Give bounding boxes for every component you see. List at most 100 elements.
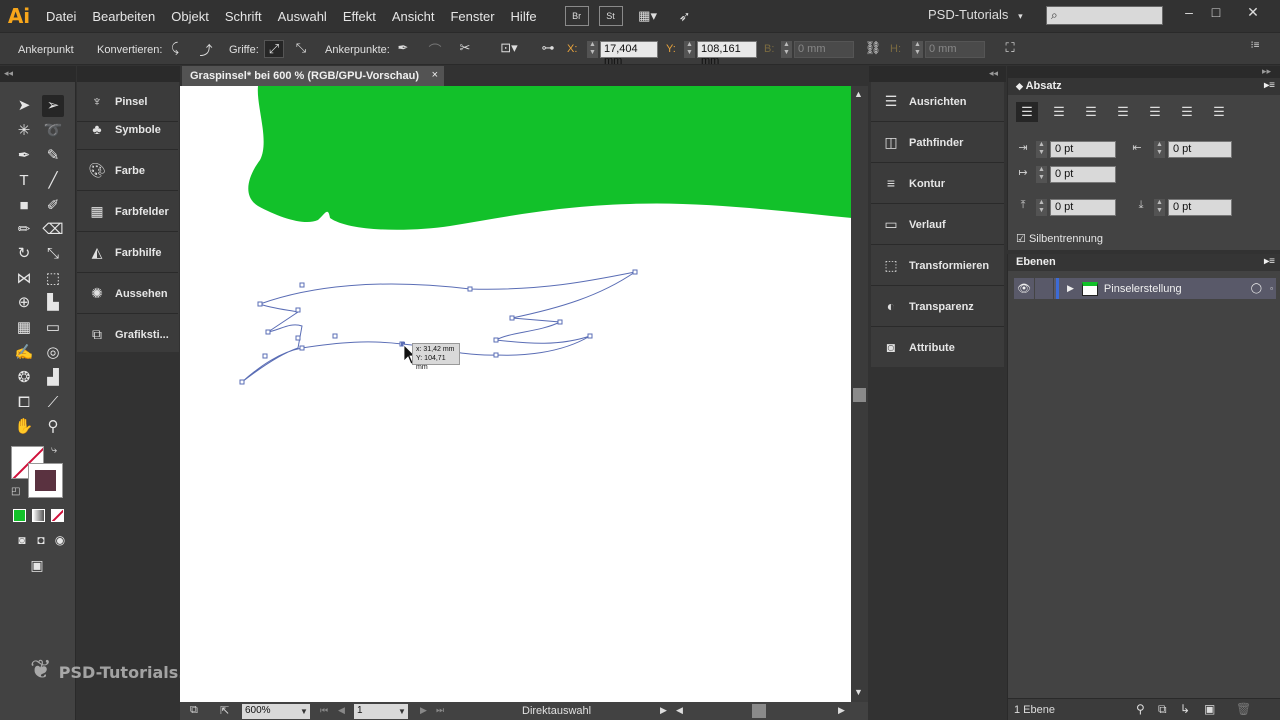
screen-mode-icon[interactable]: ▣	[26, 554, 48, 576]
menu-schrift[interactable]: Schrift	[217, 9, 270, 24]
artboard-number-field[interactable]: 1	[354, 704, 396, 719]
height-stepper[interactable]: ▲ ▼	[912, 41, 923, 58]
trash-icon[interactable]: 🗑︎	[1236, 702, 1251, 716]
space-after-field[interactable]: 0 pt	[1168, 199, 1232, 216]
justify-left-icon[interactable]: ☰	[1112, 102, 1134, 122]
pencil-tool-icon[interactable]: ✏	[13, 219, 35, 241]
zoom-field[interactable]: 600%	[242, 704, 298, 719]
layer-name[interactable]: Pinselerstellung	[1104, 283, 1182, 295]
type-tool-icon[interactable]: T	[13, 170, 35, 192]
align-left-icon[interactable]: ☰	[1016, 102, 1038, 122]
right-indent-field[interactable]: 0 pt	[1168, 141, 1232, 158]
y-position-field[interactable]: 108,161 mm	[697, 41, 757, 67]
paragraph-panel-title[interactable]: Absatz	[1026, 80, 1062, 92]
free-transform-icon[interactable]: ⬚	[42, 268, 64, 290]
cut-path-icon[interactable]: ✂	[455, 40, 475, 58]
eraser-tool-icon[interactable]: ⌫	[42, 219, 64, 241]
panel-farbe[interactable]: 🎨︎ Farbe	[77, 151, 178, 191]
scroll-down-icon[interactable]: ▼	[854, 687, 863, 697]
target-icon[interactable]: ◯	[1251, 283, 1262, 294]
panel-pathfinder[interactable]: ◫ Pathfinder	[871, 123, 1004, 163]
artboard-dropdown-icon[interactable]: ▼	[396, 704, 408, 719]
menu-bearbeiten[interactable]: Bearbeiten	[84, 9, 163, 24]
first-line-stepper[interactable]: ▲ ▼	[1036, 166, 1047, 183]
panel-transformieren[interactable]: ⬚ Transformieren	[871, 246, 1004, 286]
control-menu-icon[interactable]: ⁝≡	[1245, 40, 1265, 58]
close-tab-icon[interactable]: ×	[432, 69, 438, 81]
hide-handles-icon[interactable]: ⤡	[291, 40, 311, 58]
left-indent-field[interactable]: 0 pt	[1050, 141, 1116, 158]
menu-auswahl[interactable]: Auswahl	[270, 9, 335, 24]
hscroll-right-icon[interactable]: ▶	[838, 705, 845, 716]
panel-ausrichten[interactable]: ☰ Ausrichten	[871, 82, 1004, 122]
justify-all-icon[interactable]: ☰	[1208, 102, 1230, 122]
magic-wand-icon[interactable]: ✳	[13, 120, 35, 142]
status-menu-icon[interactable]: ▶	[660, 705, 667, 716]
locate-object-icon[interactable]: ⚲	[1136, 702, 1145, 716]
perspective-grid-icon[interactable]: ▙	[42, 292, 64, 314]
width-tool-icon[interactable]: ⋈	[13, 268, 35, 290]
space-after-stepper[interactable]: ▲ ▼	[1154, 199, 1165, 216]
rotate-tool-icon[interactable]: ↻	[13, 243, 35, 265]
align-anchor-icon[interactable]: ⊶	[538, 40, 558, 58]
export-icon[interactable]: ⇱	[220, 704, 229, 717]
default-colors-icon[interactable]: ◰	[11, 486, 20, 497]
rectangle-tool-icon[interactable]: ■	[13, 195, 35, 217]
document-tab[interactable]: Graspinsel* bei 600 % (RGB/GPU-Vorschau)…	[182, 66, 444, 86]
paintbrush-tool-icon[interactable]: ✐	[42, 195, 64, 217]
menu-fenster[interactable]: Fenster	[442, 9, 502, 24]
minimize-button[interactable]: –	[1176, 4, 1202, 26]
isolate-icon[interactable]: ⛶	[1000, 40, 1020, 58]
workspace-switcher[interactable]: PSD-Tutorials ▾	[928, 7, 1028, 25]
align-center-icon[interactable]: ☰	[1048, 102, 1070, 122]
panel-verlauf[interactable]: ▭ Verlauf	[871, 205, 1004, 245]
hscroll-left-icon[interactable]: ◀	[676, 705, 683, 716]
checkbox-checked-icon[interactable]: ☑	[1016, 233, 1026, 245]
arrange-documents-icon[interactable]: ▦▾	[633, 6, 663, 26]
x-position-field[interactable]: 17,404 mm	[600, 41, 658, 67]
none-mode-icon[interactable]	[51, 509, 64, 522]
layers-panel-title[interactable]: Ebenen	[1016, 256, 1056, 268]
slice-tool-icon[interactable]: ⟋	[42, 392, 64, 414]
maximize-button[interactable]: □	[1203, 4, 1229, 26]
panel-symbole[interactable]: ♣ Symbole	[77, 110, 178, 150]
search-input[interactable]: ⌕	[1046, 6, 1163, 25]
symbol-sprayer-icon[interactable]: ❂	[13, 367, 35, 389]
show-handles-icon[interactable]: ⤢	[264, 40, 284, 58]
line-tool-icon[interactable]: ╱	[42, 170, 64, 192]
space-before-stepper[interactable]: ▲ ▼	[1036, 199, 1047, 216]
menu-objekt[interactable]: Objekt	[163, 9, 217, 24]
eyedropper-icon[interactable]: ✍	[13, 342, 35, 364]
bridge-button[interactable]: Br	[564, 6, 589, 26]
last-artboard-icon[interactable]: ⏭	[436, 705, 444, 716]
panel-transparenz[interactable]: ◐ Transparenz	[871, 287, 1004, 327]
hyphenation-option[interactable]: ☑ Silbentrennung	[1016, 232, 1103, 245]
next-artboard-icon[interactable]: ▶	[420, 705, 427, 716]
graph-tool-icon[interactable]: ▟	[42, 367, 64, 389]
expand-panels-icon[interactable]: ▸▸	[1262, 66, 1271, 77]
expand-layer-icon[interactable]: ▶	[1067, 283, 1074, 294]
layers-menu-icon[interactable]: ▸≡	[1264, 256, 1275, 267]
panel-farbfelder[interactable]: ▦ Farbfelder	[77, 192, 178, 232]
draw-inside-icon[interactable]: ◉	[49, 529, 71, 551]
height-field[interactable]: 0 mm	[925, 41, 985, 58]
zoom-dropdown-icon[interactable]: ▼	[298, 704, 310, 719]
artboard-canvas[interactable]: x: 31,42 mm Y: 104,71 mm	[180, 86, 852, 702]
swap-fill-stroke-icon[interactable]: ⤷	[51, 444, 57, 457]
hscroll-thumb[interactable]	[752, 704, 766, 718]
justify-center-icon[interactable]: ☰	[1144, 102, 1166, 122]
lock-slot[interactable]	[1034, 278, 1054, 299]
connect-anchor-icon[interactable]: ⌒	[425, 40, 445, 58]
new-layer-icon[interactable]: ▣	[1204, 702, 1215, 716]
panel-kontur[interactable]: ≡ Kontur	[871, 164, 1004, 204]
close-window-button[interactable]: ✕	[1240, 4, 1266, 26]
panel-attribute[interactable]: ◙ Attribute	[871, 328, 1004, 368]
convert-corner-icon[interactable]: ⤹	[165, 40, 185, 58]
blend-tool-icon[interactable]: ◎	[42, 342, 64, 364]
new-sublayer-icon[interactable]: ↳	[1180, 702, 1190, 716]
mesh-tool-icon[interactable]: ▦	[13, 317, 35, 339]
green-grass-shape[interactable]	[248, 86, 852, 230]
selection-tool-icon[interactable]: ➤	[13, 95, 35, 117]
direct-selection-tool-icon[interactable]: ➢	[42, 95, 64, 117]
eye-icon[interactable]: 👁︎	[1014, 282, 1034, 295]
